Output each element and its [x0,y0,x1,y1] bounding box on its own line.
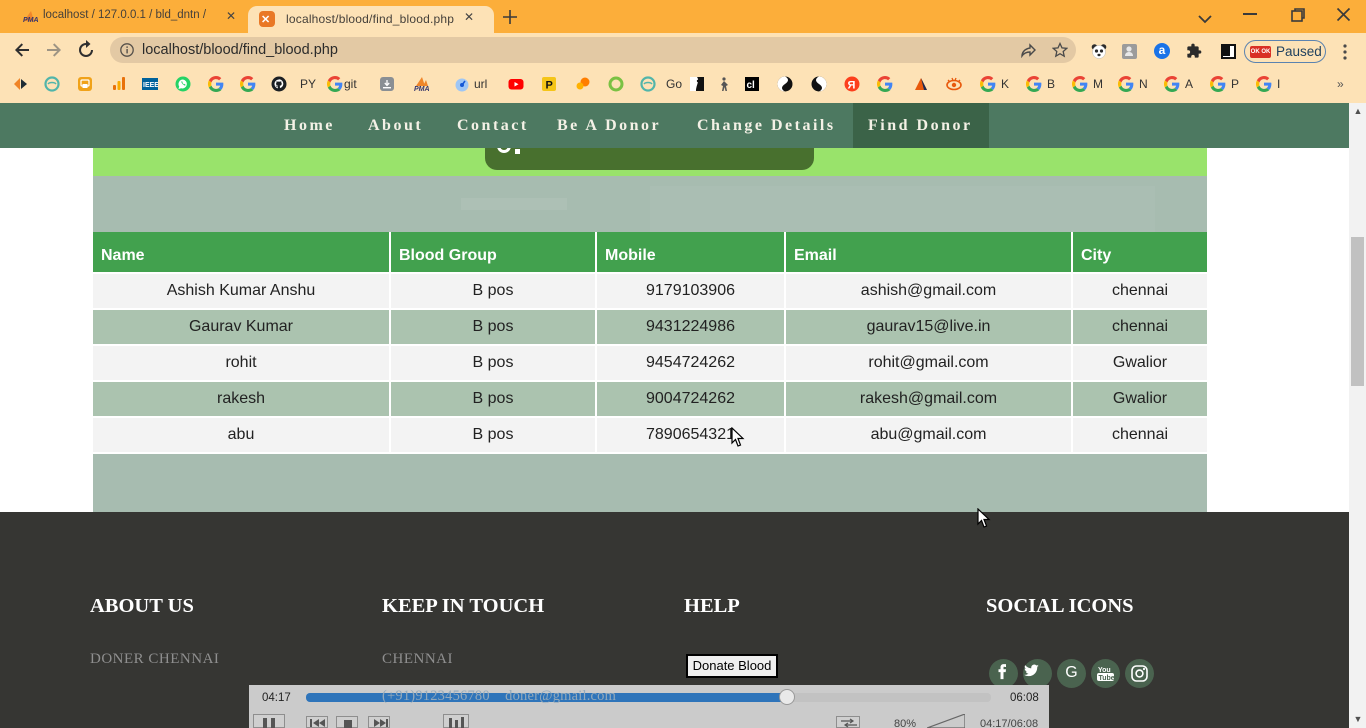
svg-text:PMA: PMA [414,86,430,92]
svg-text:You: You [1098,667,1111,674]
svg-text:Tube: Tube [1099,675,1115,682]
svg-text:IEEE: IEEE [143,82,158,89]
svg-text:cl: cl [747,80,756,91]
svg-text:✕: ✕ [261,14,270,26]
svg-text:P: P [546,80,553,92]
svg-text:Я: Я [848,80,856,92]
svg-text:PMA: PMA [23,17,39,23]
